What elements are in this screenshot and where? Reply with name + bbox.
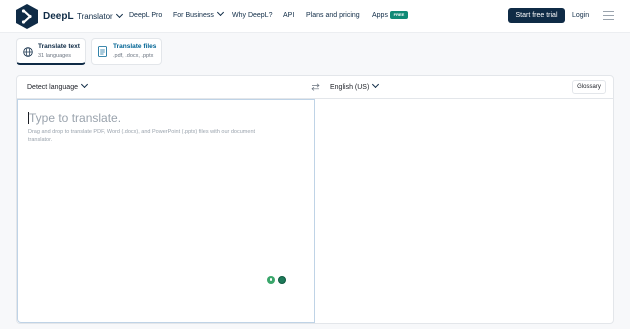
top-header: DeepL Translator DeepL Pro For Business … xyxy=(0,0,630,33)
brand-name[interactable]: DeepL xyxy=(43,11,74,22)
chevron-down-icon xyxy=(372,80,380,89)
tab-translate-files-sub: .pdf, .docx, .pptx xyxy=(113,53,154,59)
nav-api[interactable]: API xyxy=(283,12,294,19)
glossary-button[interactable]: Glossary xyxy=(572,80,606,94)
swap-icon[interactable] xyxy=(311,83,320,91)
extension-icon[interactable] xyxy=(278,276,286,284)
language-bar: Detect language English (US) Glossary xyxy=(17,76,613,99)
login-link[interactable]: Login xyxy=(572,12,589,19)
globe-icon xyxy=(23,47,33,57)
tab-translate-files-title: Translate files xyxy=(113,43,157,50)
tab-translate-text-sub: 31 languages xyxy=(38,53,72,59)
nav-why-deepl[interactable]: Why DeepL? xyxy=(232,12,272,19)
chevron-down-icon xyxy=(216,8,224,17)
document-icon xyxy=(98,46,107,57)
drag-drop-hint: Drag and drop to translate PDF, Word (.d… xyxy=(28,129,256,143)
target-text-output xyxy=(315,99,613,323)
translator-menu-label: Translator xyxy=(77,12,113,21)
start-free-trial-button[interactable]: Start free trial xyxy=(508,8,565,23)
menu-icon[interactable] xyxy=(603,11,614,20)
nav-for-business-label: For Business xyxy=(173,12,214,19)
tab-translate-text-title: Translate text xyxy=(38,43,80,50)
translator-menu[interactable]: Translator xyxy=(77,10,123,21)
chevron-down-icon xyxy=(115,10,123,19)
translator-panel: Detect language English (US) Glossary Ty… xyxy=(16,75,614,324)
tab-translate-text[interactable]: Translate text 31 languages xyxy=(16,38,86,65)
nav-for-business[interactable]: For Business xyxy=(173,8,224,19)
free-badge: FREE xyxy=(390,11,408,19)
nav-plans-pricing[interactable]: Plans and pricing xyxy=(306,12,360,19)
chevron-down-icon xyxy=(80,80,89,89)
tab-translate-files[interactable]: Translate files .pdf, .docx, .pptx xyxy=(91,38,162,65)
microphone-icon[interactable] xyxy=(267,276,275,284)
nav-deepl-pro[interactable]: DeepL Pro xyxy=(129,12,162,19)
target-language-select[interactable]: English (US) xyxy=(330,80,380,91)
source-language-select[interactable]: Detect language xyxy=(27,80,89,91)
deepl-logo-icon[interactable] xyxy=(16,4,38,29)
nav-apps[interactable]: Apps xyxy=(372,12,388,19)
source-text-input[interactable]: Type to translate. Drag and drop to tran… xyxy=(17,99,315,323)
source-language-label: Detect language xyxy=(27,84,78,91)
source-placeholder: Type to translate. xyxy=(29,111,122,125)
target-language-label: English (US) xyxy=(330,84,370,91)
